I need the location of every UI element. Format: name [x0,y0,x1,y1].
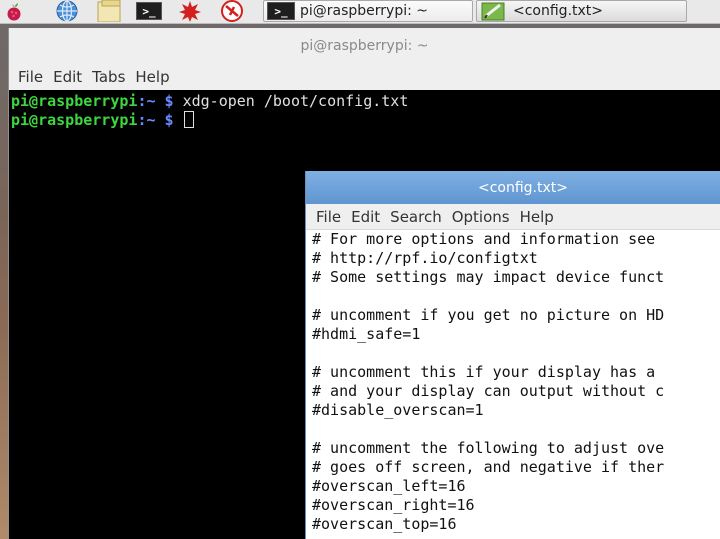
taskbar: >_ >_ pi@raspberrypi: ~ <config.txt> [0,0,720,24]
editor-title: <config.txt> [477,179,568,196]
editor-line: # For more options and information see [312,230,656,248]
editor-menu-edit[interactable]: Edit [350,208,387,226]
editor-menu-options[interactable]: Options [451,208,517,226]
taskbar-terminal-label: pi@raspberrypi: ~ [300,3,429,19]
editor-line: # goes off screen, and negative if ther [312,458,665,476]
taskbar-terminal-button[interactable]: >_ pi@raspberrypi: ~ [263,0,473,22]
prompt-path: :~ [137,92,156,110]
terminal-title: pi@raspberrypi: ~ [300,38,429,54]
editor-menu-file[interactable]: File [315,208,348,226]
editor-line: # Some settings may impact device funct [312,268,665,286]
prompt-sign: $ [155,111,174,129]
editor-text-area[interactable]: # For more options and information see # … [306,230,720,534]
text-editor-window: <config.txt> File Edit Search Options He… [305,171,720,539]
terminal-menu-edit[interactable]: Edit [52,68,89,86]
prompt-user: pi@raspberrypi [11,92,138,110]
text-editor-icon [481,2,505,21]
editor-menu-search[interactable]: Search [389,208,449,226]
terminal-menu-tabs[interactable]: Tabs [91,68,132,86]
raspberry-menu-icon[interactable] [0,0,28,22]
editor-menu-help[interactable]: Help [519,208,561,226]
editor-line: #overscan_left=16 [312,477,466,495]
editor-line: # uncomment the following to adjust ove [312,439,665,457]
prompt-path: :~ [137,111,156,129]
mathematica-icon[interactable] [217,0,247,22]
terminal-task-icon: >_ [267,2,295,20]
wolfram-icon[interactable] [175,0,205,22]
editor-line: #overscan_top=16 [312,515,457,533]
editor-line: # and your display can output without c [312,382,665,400]
command-text: xdg-open /boot/config.txt [173,92,409,110]
terminal-icon[interactable]: >_ [134,0,164,22]
terminal-glyph: >_ [136,2,162,20]
taskbar-editor-label: <config.txt> [513,3,604,19]
terminal-line: pi@raspberrypi:~ $ [11,111,720,130]
editor-menubar: File Edit Search Options Help [306,204,720,230]
editor-line: #overscan_right=16 [312,496,475,514]
taskbar-editor-button[interactable]: <config.txt> [476,0,687,22]
editor-line: # uncomment if you get no picture on HD [312,306,665,324]
prompt-user: pi@raspberrypi [11,111,138,129]
command-text [174,111,183,129]
terminal-line: pi@raspberrypi:~ $ xdg-open /boot/config… [11,92,720,111]
web-browser-icon[interactable] [52,0,82,22]
file-manager-icon[interactable] [94,0,124,22]
editor-line: #hdmi_safe=1 [312,325,421,343]
terminal-menubar: File Edit Tabs Help [9,64,720,90]
editor-titlebar[interactable]: <config.txt> [306,171,720,204]
editor-line: # http://rpf.io/configtxt [312,249,538,267]
editor-line: #disable_overscan=1 [312,401,484,419]
editor-line: # uncomment this if your display has a [312,363,656,381]
terminal-titlebar[interactable]: pi@raspberrypi: ~ [9,28,720,64]
terminal-menu-help[interactable]: Help [134,68,176,86]
terminal-menu-file[interactable]: File [17,68,50,86]
text-cursor [183,111,194,128]
terminal-output[interactable]: pi@raspberrypi:~ $ xdg-open /boot/config… [9,90,720,130]
prompt-sign: $ [155,92,174,110]
